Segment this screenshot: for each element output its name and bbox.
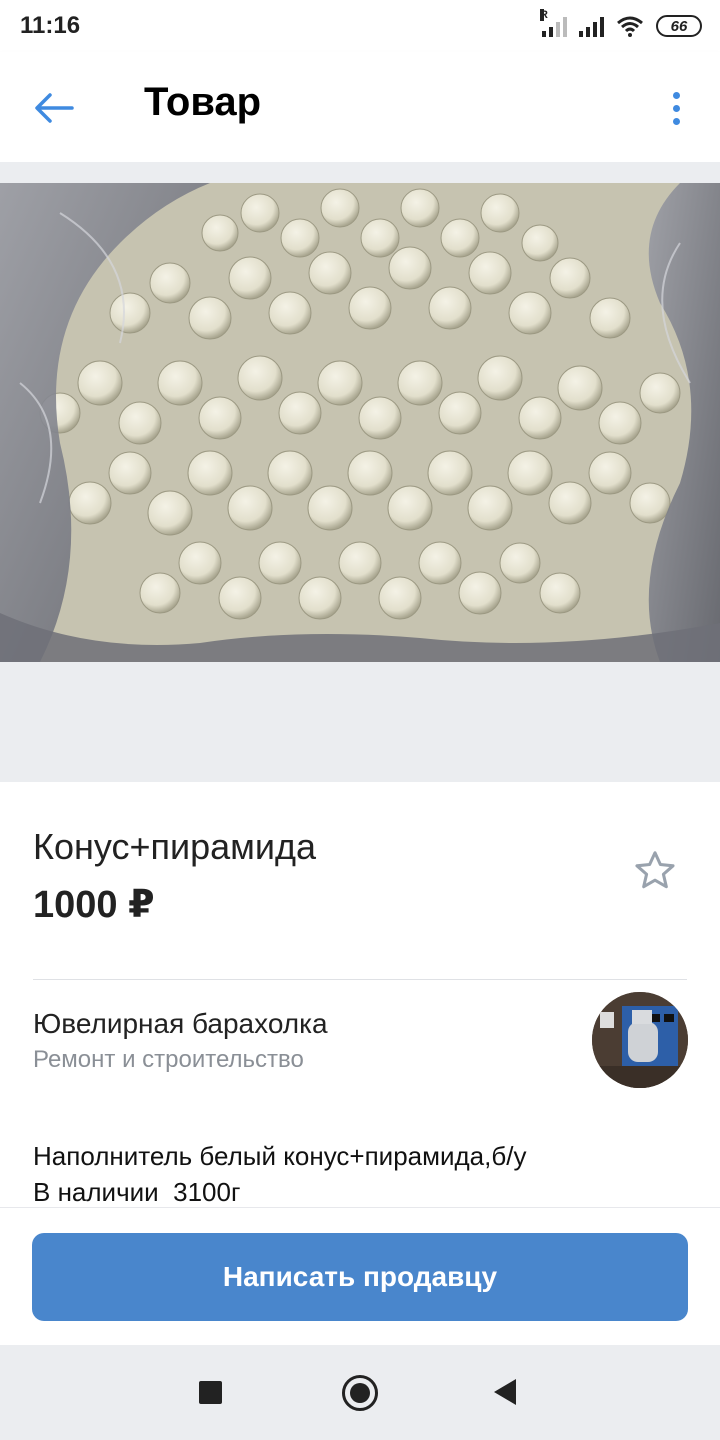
more-dot [672,104,680,112]
circle-icon[interactable] [342,1375,378,1411]
seller-name[interactable]: Ювелирная барахолка [33,1008,328,1040]
square-icon[interactable] [199,1381,222,1404]
battery-indicator: 66 [656,15,702,37]
triangle-back-icon[interactable] [494,1379,516,1405]
status-time: 11:16 [20,12,81,39]
more-dot [672,117,680,125]
signal-icon [579,15,604,37]
system-nav-bar [0,1345,720,1440]
seller-avatar[interactable] [592,992,688,1088]
arrow-left-icon [35,93,74,123]
product-info: Конус+пирамида 1000 ₽ Ювелирная барахолк… [0,782,720,1212]
star-outline-icon [635,851,675,889]
back-button[interactable] [26,80,82,136]
action-bar: Написать продавцу [0,1207,720,1345]
roaming-label: R [540,9,548,21]
product-title: Конус+пирамида [33,826,317,867]
app-bar: Товар [0,52,720,162]
more-menu-button[interactable] [660,80,692,136]
status-bar: 11:16 R 66 [0,0,720,52]
favorite-button[interactable] [632,848,678,894]
product-photo[interactable] [0,183,720,662]
seller-category: Ремонт и строительство [33,1046,304,1073]
product-photo-drawing [0,183,720,662]
product-description: Наполнитель белый конус+пирамида,б/у В н… [33,1141,527,1207]
write-seller-button[interactable]: Написать продавцу [32,1233,688,1321]
status-icons: R 66 [540,9,702,40]
product-gallery[interactable] [0,162,720,782]
community-avatar-image [592,992,688,1088]
more-vertical-icon [672,91,680,99]
page-title: Товар [144,80,262,124]
wifi-icon [617,16,643,37]
product-price: 1000 ₽ [33,884,155,926]
divider [33,979,687,980]
signal-roaming-icon: R [540,9,567,37]
